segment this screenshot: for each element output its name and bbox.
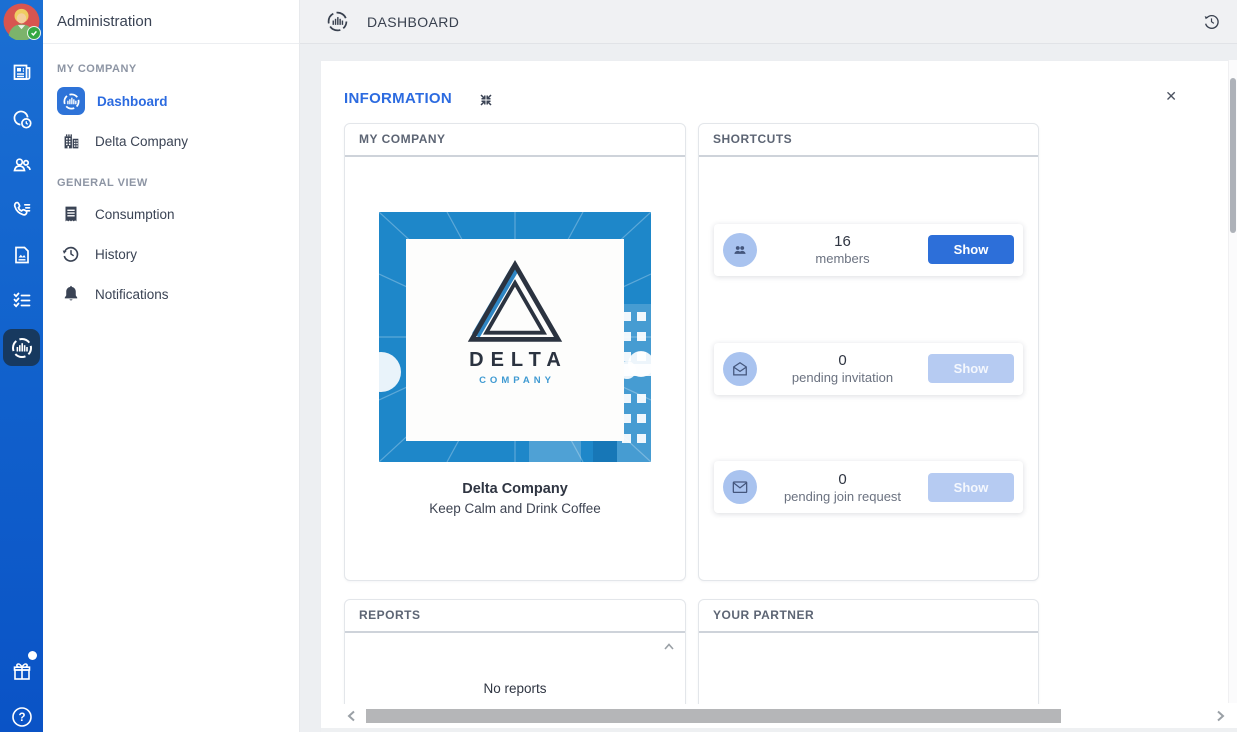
vertical-scroll-thumb[interactable] [1230, 78, 1236, 233]
chevron-right-icon[interactable] [1211, 707, 1229, 725]
open-envelope-icon [723, 352, 757, 386]
company-name: Delta Company [345, 481, 685, 497]
sidebar-item-delta-company[interactable]: Delta Company [43, 124, 300, 158]
section-general-view: GENERAL VIEW [57, 177, 148, 189]
online-check-badge [27, 26, 41, 40]
shortcut-row-members: 16 members Show [714, 224, 1023, 276]
document-image-icon[interactable] [0, 238, 43, 272]
sidebar-item-history[interactable]: History [43, 237, 300, 271]
panel-title: INFORMATION [344, 90, 452, 107]
calls-clock-icon[interactable] [0, 102, 43, 136]
gift-icon[interactable] [0, 655, 43, 689]
sidebar-item-consumption[interactable]: Consumption [43, 197, 300, 231]
dashboard-icon [57, 87, 85, 115]
bell-icon [60, 283, 82, 305]
people-icon[interactable] [0, 148, 43, 182]
sidebar-item-label: Delta Company [95, 134, 188, 149]
members-icon [723, 233, 757, 267]
history-clock-icon [60, 243, 82, 265]
card-header: SHORTCUTS [699, 124, 1038, 157]
shortcut-info: 16 members [757, 233, 928, 266]
phone-list-icon[interactable] [0, 193, 43, 227]
user-avatar[interactable] [3, 3, 40, 40]
card-header: MY COMPANY [345, 124, 685, 157]
help-icon[interactable]: ? [0, 700, 43, 732]
sidebar-item-label: Consumption [95, 207, 175, 222]
show-pending-invitation-button[interactable]: Show [928, 354, 1014, 383]
show-pending-join-request-button[interactable]: Show [928, 473, 1014, 502]
card-header: REPORTS [345, 600, 685, 633]
horizontal-scrollbar[interactable] [341, 704, 1237, 728]
shortcut-count: 0 [757, 352, 928, 369]
history-restore-icon[interactable] [1202, 12, 1221, 31]
gift-notification-dot [28, 651, 37, 660]
horizontal-scroll-thumb[interactable] [366, 709, 1061, 723]
shortcut-count: 0 [757, 471, 928, 488]
shortcut-row-pending-invitation: 0 pending invitation Show [714, 343, 1023, 395]
sidebar-item-label: Notifications [95, 287, 169, 302]
building-icon [60, 130, 82, 152]
show-members-button[interactable]: Show [928, 235, 1014, 264]
shortcut-label: members [757, 251, 928, 266]
company-tagline: Keep Calm and Drink Coffee [345, 501, 685, 516]
reports-empty-text: No reports [345, 681, 685, 696]
company-logo-image: DELTA COMPANY [379, 212, 651, 462]
main-header: DASHBOARD [300, 0, 1237, 44]
delta-triangle-logo [466, 259, 564, 347]
dashboard-icon[interactable] [3, 329, 40, 366]
shortcut-count: 16 [757, 233, 928, 250]
checklist-icon[interactable] [0, 283, 43, 317]
sidebar-item-label: History [95, 247, 137, 262]
chevron-left-icon[interactable] [343, 707, 361, 725]
chevron-up-icon[interactable] [662, 640, 676, 654]
bottom-strip [321, 728, 1237, 732]
administration-page: ? Administration MY COMPANY Dashboard [0, 0, 1237, 732]
sidebar: Administration MY COMPANY Dashboard [43, 0, 300, 732]
my-company-card: MY COMPANY [344, 123, 686, 581]
dashboard-icon [326, 10, 349, 33]
information-panel: INFORMATION ✕ MY COMPANY [320, 60, 1237, 732]
shortcut-row-pending-join-request: 0 pending join request Show [714, 461, 1023, 513]
main-area: DASHBOARD INFORMATION ✕ [300, 0, 1237, 732]
sidebar-item-notifications[interactable]: Notifications [43, 277, 300, 311]
logo-word: DELTA [469, 349, 568, 372]
envelope-icon [723, 470, 757, 504]
sidebar-title: Administration [43, 0, 299, 44]
news-icon[interactable] [0, 55, 43, 89]
shortcut-info: 0 pending invitation [757, 352, 928, 385]
shortcut-info: 0 pending join request [757, 471, 928, 504]
sidebar-item-label: Dashboard [97, 94, 168, 109]
shortcut-label: pending invitation [757, 370, 928, 385]
logo-subtitle: COMPANY [479, 375, 555, 386]
svg-text:?: ? [18, 712, 25, 724]
icon-rail: ? [0, 0, 43, 732]
compress-icon[interactable] [478, 92, 494, 108]
sidebar-item-dashboard[interactable]: Dashboard [43, 84, 300, 118]
shortcuts-card: SHORTCUTS 16 members [698, 123, 1039, 581]
logo-inner-box: DELTA COMPANY [406, 239, 624, 441]
card-header: YOUR PARTNER [699, 600, 1038, 633]
section-my-company: MY COMPANY [57, 63, 137, 75]
close-icon[interactable]: ✕ [1165, 88, 1177, 104]
receipt-icon [60, 203, 82, 225]
page-title: DASHBOARD [367, 14, 459, 30]
shortcut-rows: 16 members Show [699, 157, 1038, 580]
shortcut-label: pending join request [757, 489, 928, 504]
